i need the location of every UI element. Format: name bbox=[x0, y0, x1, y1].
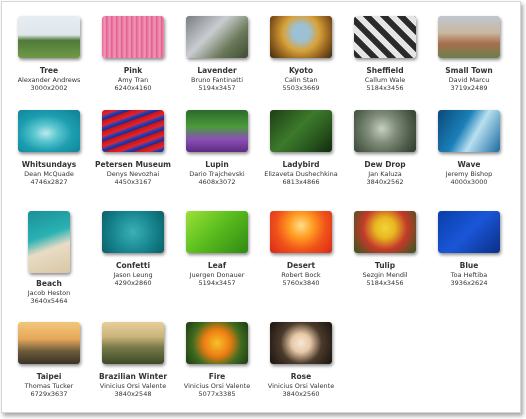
wallpaper-author: Elizaveta Dushechkina bbox=[264, 170, 338, 178]
wallpaper-dimensions: 4450x3167 bbox=[114, 178, 152, 186]
wallpaper-thumbnail[interactable] bbox=[438, 16, 500, 58]
wallpaper-thumbnail[interactable] bbox=[28, 211, 70, 273]
wallpaper-dimensions: 6813x4866 bbox=[282, 178, 320, 186]
wallpaper-dimensions: 5077x3385 bbox=[198, 390, 236, 398]
wallpaper-thumbnail[interactable] bbox=[18, 322, 80, 364]
wallpaper-dimensions: 6240x4160 bbox=[114, 84, 152, 92]
wallpaper-dimensions: 5184x3456 bbox=[366, 84, 404, 92]
wallpaper-name: Wave bbox=[457, 160, 481, 169]
wallpaper-dimensions: 4290x2860 bbox=[114, 279, 152, 287]
wallpaper-name: Sheffield bbox=[366, 66, 404, 75]
wallpaper-dimensions: 4000x3000 bbox=[450, 178, 488, 186]
wallpaper-thumbnail[interactable] bbox=[18, 16, 80, 58]
wallpaper-name: Confetti bbox=[115, 261, 151, 270]
wallpaper-thumbnail[interactable] bbox=[270, 110, 332, 152]
wallpaper-dimensions: 5194x3457 bbox=[198, 279, 236, 287]
wallpaper-dimensions: 6729x3637 bbox=[30, 390, 68, 398]
wallpaper-name: Leaf bbox=[207, 261, 227, 270]
wallpaper-name: Tulip bbox=[374, 261, 396, 270]
wallpaper-author: Vinicius Orsi Valente bbox=[267, 382, 335, 390]
wallpaper-name: Brazilian Winter bbox=[98, 372, 168, 381]
wallpaper-thumbnail[interactable] bbox=[270, 211, 332, 253]
wallpaper-name: Desert bbox=[286, 261, 316, 270]
wallpaper-thumbnail[interactable] bbox=[270, 322, 332, 364]
wallpaper-dimensions: 5194x3457 bbox=[198, 84, 236, 92]
wallpaper-name: Kyoto bbox=[288, 66, 314, 75]
wallpaper-name: Whitsundays bbox=[21, 160, 77, 169]
wallpaper-author: Toa Heftiba bbox=[450, 271, 488, 279]
wallpaper-thumbnail[interactable] bbox=[186, 110, 248, 152]
wallpaper-author: Jacob Heston bbox=[27, 289, 71, 297]
wallpaper-thumbnail[interactable] bbox=[102, 322, 164, 364]
wallpaper-dimensions: 4746x2827 bbox=[30, 178, 68, 186]
wallpaper-dimensions: 5760x3840 bbox=[282, 279, 320, 287]
wallpaper-author: David Marcu bbox=[448, 76, 490, 84]
wallpaper-name: Taipei bbox=[36, 372, 62, 381]
wallpaper-thumbnail[interactable] bbox=[354, 16, 416, 58]
wallpaper-thumbnail[interactable] bbox=[102, 16, 164, 58]
wallpaper-dimensions: 3840x2548 bbox=[114, 390, 152, 398]
wallpaper-author: Callum Wale bbox=[364, 76, 406, 84]
wallpaper-dimensions: 3840x2562 bbox=[366, 178, 404, 186]
wallpaper-dimensions: 3840x2560 bbox=[282, 390, 320, 398]
wallpaper-dimensions: 3936x2624 bbox=[450, 279, 488, 287]
wallpaper-name: Blue bbox=[459, 261, 479, 270]
wallpaper-author: Dario Trajchevski bbox=[189, 170, 245, 178]
wallpaper-author: Amy Tran bbox=[117, 76, 149, 84]
wallpaper-author: Vinicius Orsi Valente bbox=[183, 382, 251, 390]
wallpaper-thumbnail[interactable] bbox=[18, 110, 80, 152]
wallpaper-thumbnail[interactable] bbox=[102, 110, 164, 152]
wallpaper-author: Thomas Tucker bbox=[24, 382, 74, 390]
wallpaper-author: Robert Bock bbox=[281, 271, 321, 279]
wallpaper-name: Fire bbox=[208, 372, 226, 381]
wallpaper-author: Sezgin Mendil bbox=[362, 271, 408, 279]
wallpaper-dimensions: 5503x3669 bbox=[282, 84, 320, 92]
wallpaper-dimensions: 3000x2002 bbox=[30, 84, 68, 92]
wallpaper-name: Pink bbox=[123, 66, 143, 75]
wallpaper-name: Petersen Museum bbox=[95, 160, 171, 169]
wallpaper-thumbnail[interactable] bbox=[438, 211, 500, 253]
wallpaper-author: Jason Leung bbox=[113, 271, 153, 279]
wallpaper-thumbnail[interactable] bbox=[354, 110, 416, 152]
wallpaper-name: Small Town bbox=[445, 66, 493, 75]
wallpaper-name: Ladybird bbox=[282, 160, 320, 169]
wallpaper-author: Juergen Donauer bbox=[189, 271, 245, 279]
wallpaper-dimensions: 3719x2489 bbox=[450, 84, 488, 92]
wallpaper-name: Rose bbox=[290, 372, 312, 381]
wallpaper-name: Beach bbox=[36, 279, 62, 288]
wallpaper-name: Lupin bbox=[205, 160, 229, 169]
wallpaper-dimensions: 5184x3456 bbox=[366, 279, 404, 287]
wallpaper-thumbnail[interactable] bbox=[186, 211, 248, 253]
wallpaper-author: Dean McQuade bbox=[24, 170, 74, 178]
wallpaper-author: Alexander Andrews bbox=[17, 76, 81, 84]
wallpaper-name: Dew Drop bbox=[364, 160, 406, 169]
wallpaper-author: Jan Kaluza bbox=[368, 170, 402, 178]
wallpaper-thumbnail[interactable] bbox=[438, 110, 500, 152]
wallpaper-thumbnail[interactable] bbox=[102, 211, 164, 253]
wallpaper-author: Vinicius Orsi Valente bbox=[99, 382, 167, 390]
wallpaper-thumbnail[interactable] bbox=[354, 211, 416, 253]
wallpaper-author: Jeremy Bishop bbox=[445, 170, 493, 178]
wallpaper-thumbnail[interactable] bbox=[270, 16, 332, 58]
wallpaper-name: Lavender bbox=[197, 66, 237, 75]
wallpaper-dimensions: 3640x5464 bbox=[30, 297, 68, 305]
wallpaper-author: Calin Stan bbox=[284, 76, 318, 84]
wallpaper-author: Bruno Fantinatti bbox=[190, 76, 244, 84]
wallpaper-dimensions: 4608x3072 bbox=[198, 178, 236, 186]
wallpaper-thumbnail[interactable] bbox=[186, 322, 248, 364]
wallpaper-name: Tree bbox=[39, 66, 59, 75]
wallpaper-author: Denys Nevozhai bbox=[106, 170, 160, 178]
wallpaper-thumbnail[interactable] bbox=[186, 16, 248, 58]
